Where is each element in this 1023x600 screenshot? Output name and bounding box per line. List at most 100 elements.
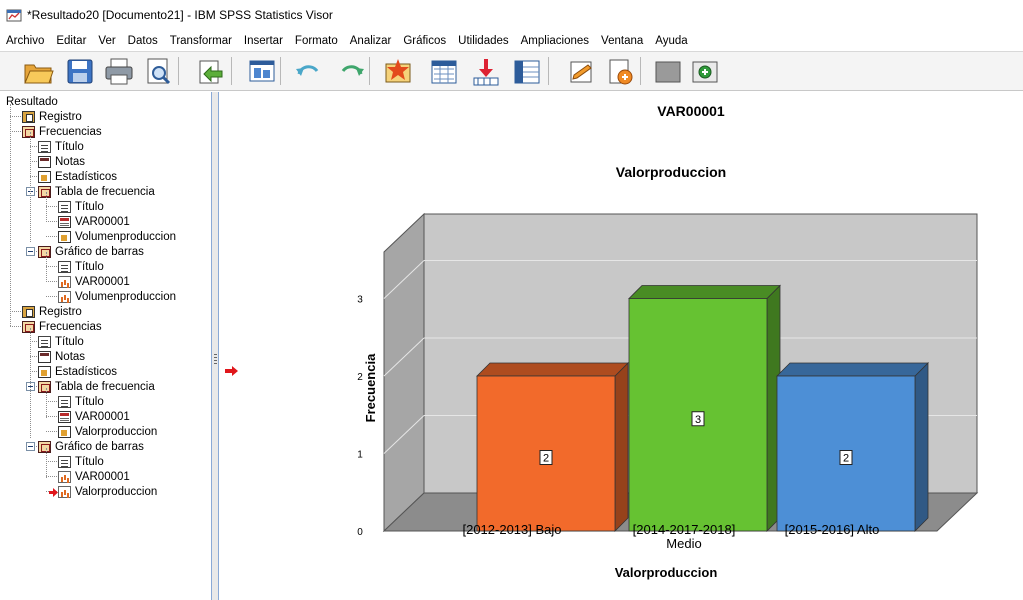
menu-archivo[interactable]: Archivo [0, 35, 50, 47]
freq-icon [22, 320, 35, 333]
undo-icon[interactable] [292, 56, 324, 86]
tree-item-var00001[interactable]: VAR00001 [58, 469, 130, 484]
bar-2 [776, 362, 929, 532]
freq-icon [38, 380, 51, 393]
doc-icon [38, 335, 51, 348]
tree-item-volumenproduccion[interactable]: Volumenproduccion [58, 289, 176, 304]
tree-item-label: Título [75, 455, 104, 468]
tree-item-registro[interactable]: Registro [22, 109, 82, 124]
menu-datos[interactable]: Datos [122, 35, 164, 47]
doc-icon [58, 455, 71, 468]
tree-item-label: Volumenproduccion [75, 290, 177, 303]
menu-ampliaciones[interactable]: Ampliaciones [515, 35, 595, 47]
collapse-toggle-icon[interactable] [26, 442, 35, 451]
menu-utilidades[interactable]: Utilidades [452, 35, 515, 47]
outline-pane: Resultado Registro Frecuencias Título Notas E… [0, 92, 212, 600]
tree-item-tabla-de-frecuencia[interactable]: Tabla de frecuencia [38, 184, 155, 199]
tree-connector [46, 192, 47, 222]
tree-item-frecuencias[interactable]: Frecuencias [22, 319, 102, 334]
designate-window-icon[interactable] [689, 56, 721, 86]
tree-connector [30, 371, 37, 372]
collapse-toggle-icon[interactable] [26, 247, 35, 256]
menu-insertar[interactable]: Insertar [238, 35, 289, 47]
menu-bar: Archivo Editar Ver Datos Transformar Insertar… [0, 31, 1023, 51]
tree-item-var00001[interactable]: VAR00001 [58, 214, 130, 229]
doc-icon [58, 260, 71, 273]
doc-icon [38, 140, 51, 153]
window-title: *Resultado20 [Documento21] - IBM SPSS St… [27, 8, 333, 22]
tree-item-titulo[interactable]: Título [58, 394, 104, 409]
y-tick-label: 1 [357, 450, 363, 461]
menu-editar[interactable]: Editar [50, 35, 92, 47]
tree-item-var00001[interactable]: VAR00001 [58, 274, 130, 289]
bar-top [476, 362, 629, 377]
tree-item-titulo[interactable]: Título [58, 259, 104, 274]
toolbar-separator [548, 57, 549, 85]
tree-item-label: Gráfico de barras [55, 440, 144, 453]
tree-connector [10, 326, 21, 327]
menu-ver[interactable]: Ver [92, 35, 121, 47]
show-hide-icon[interactable] [652, 56, 684, 86]
tree-connector [30, 132, 31, 242]
tree-item-label: Título [75, 260, 104, 273]
table-icon [58, 215, 71, 228]
tree-item-valorproduccion[interactable]: Valorproduccion [58, 484, 157, 499]
tree-item-label: Estadísticos [55, 170, 117, 183]
bar-chart[interactable]: VAR00001Valorproduccion0123Frecuencia232… [220, 92, 1023, 600]
save-icon[interactable] [64, 56, 96, 86]
tree-item-titulo[interactable]: Título [38, 139, 84, 154]
print-preview-icon[interactable] [142, 56, 174, 86]
tree-item-label: Título [75, 200, 104, 213]
tree-item-var00001[interactable]: VAR00001 [58, 409, 130, 424]
menu-transformar[interactable]: Transformar [164, 35, 238, 47]
tree-item-label: Estadísticos [55, 365, 117, 378]
tree-item-label: Título [55, 335, 84, 348]
chart-icon [58, 485, 71, 498]
x-tick-label: [2012-2013] Bajo [462, 522, 561, 537]
y-tick-label: 0 [357, 527, 363, 538]
menu-ventana[interactable]: Ventana [595, 35, 649, 47]
insert-table-icon[interactable] [511, 56, 543, 86]
recall-dialog-icon[interactable] [246, 56, 278, 86]
open-icon[interactable] [22, 56, 54, 86]
insert-text-icon[interactable] [566, 56, 598, 86]
menu-ayuda[interactable]: Ayuda [649, 35, 693, 47]
tree-item-titulo[interactable]: Título [58, 454, 104, 469]
tree-item-estadisticos[interactable]: Estadísticos [38, 169, 117, 184]
tree-item-tabla-de-frecuencia[interactable]: Tabla de frecuencia [38, 379, 155, 394]
menu-graficos[interactable]: Gráficos [397, 35, 452, 47]
menu-formato[interactable]: Formato [289, 35, 344, 47]
tree-item-resultado[interactable]: Resultado [6, 94, 58, 109]
tree-item-notas[interactable]: Notas [38, 154, 85, 169]
tree-item-titulo[interactable]: Título [58, 199, 104, 214]
tree-item-label: Volumenproduccion [75, 230, 177, 243]
tree-item-estadisticos[interactable]: Estadísticos [38, 364, 117, 379]
goto-variable-icon[interactable] [428, 56, 460, 86]
tree-item-notas[interactable]: Notas [38, 349, 85, 364]
menu-analizar[interactable]: Analizar [344, 35, 398, 47]
tree-connector [46, 236, 57, 237]
chart-icon [58, 290, 71, 303]
tree-item-grafico-de-barras[interactable]: Gráfico de barras [38, 244, 144, 259]
redo-icon[interactable] [336, 56, 368, 86]
tree-item-label: Valorproduccion [75, 485, 158, 498]
bar-side [914, 362, 929, 532]
insert-title-icon[interactable] [604, 56, 636, 86]
export-icon[interactable] [194, 56, 226, 86]
freq-icon [38, 245, 51, 258]
tree-item-valorproduccion[interactable]: Valorproduccion [58, 424, 157, 439]
tree-item-registro[interactable]: Registro [22, 304, 82, 319]
insert-heading-icon[interactable] [470, 56, 502, 86]
table-icon [58, 410, 71, 423]
tree-item-grafico-de-barras[interactable]: Gráfico de barras [38, 439, 144, 454]
tree-item-frecuencias[interactable]: Frecuencias [22, 124, 102, 139]
chart-icon [58, 470, 71, 483]
x-tick-label: [2014-2017-2018] [633, 522, 736, 537]
tree-connector [46, 388, 47, 418]
pane-splitter[interactable] [211, 92, 219, 600]
goto-case-icon[interactable] [382, 56, 414, 86]
splitter-grip-icon[interactable] [214, 354, 217, 366]
tree-item-volumenproduccion[interactable]: Volumenproduccion [58, 229, 176, 244]
print-icon[interactable] [103, 56, 135, 86]
tree-item-titulo[interactable]: Título [38, 334, 84, 349]
